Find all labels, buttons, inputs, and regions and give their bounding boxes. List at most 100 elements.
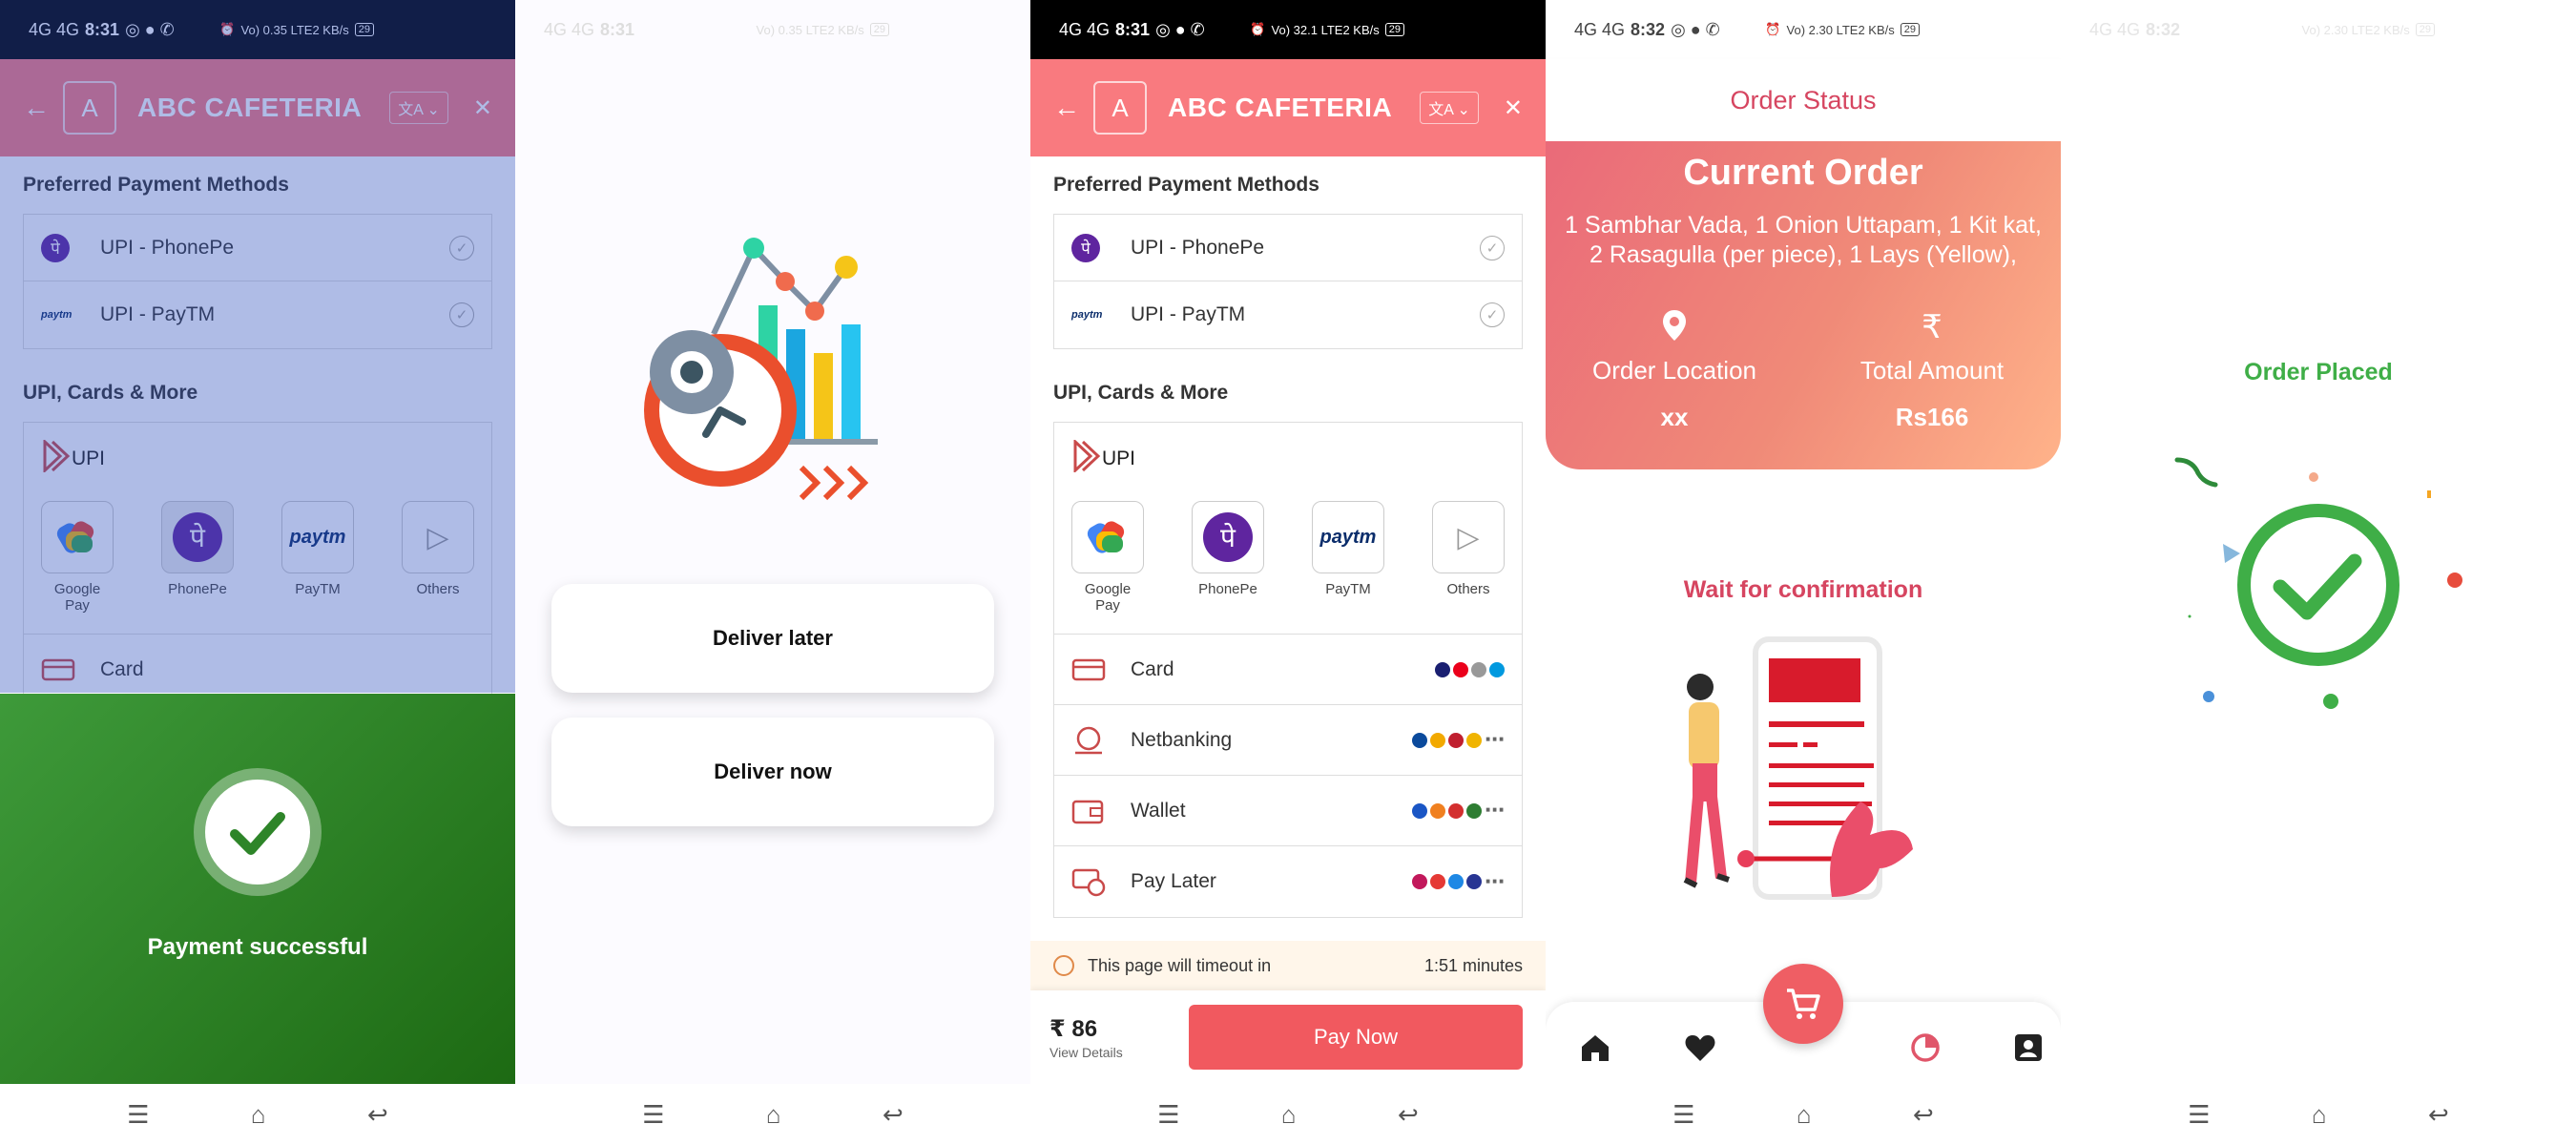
paytm-icon: paytm <box>1319 526 1377 548</box>
success-checkmark-illustration <box>2174 457 2462 709</box>
timeout-label: This page will timeout in <box>1088 955 1272 975</box>
analytics-illustration <box>644 238 878 501</box>
phonepe-icon: पे <box>1203 512 1253 562</box>
network-speed: Vo) 2.30 LTE2 KB/s <box>2301 22 2410 37</box>
current-order-card: Current Order 1 Sambhar Vada, 1 Onion Ut… <box>1546 141 2061 469</box>
rupee-icon: ₹ <box>1922 309 1942 345</box>
history-icon[interactable] <box>1906 1029 1944 1067</box>
language-icon[interactable]: 文A ⌄ <box>1420 92 1479 124</box>
menu-icon[interactable]: ☰ <box>127 1100 149 1130</box>
clock: 8:32 <box>1631 19 1666 39</box>
location-label: Order Location <box>1592 356 1756 385</box>
wallet-icon <box>1071 797 1110 825</box>
back-nav-icon[interactable]: ↩ <box>1913 1100 1934 1130</box>
heart-icon[interactable] <box>1681 1029 1719 1067</box>
menu-icon[interactable]: ☰ <box>1157 1100 1179 1130</box>
menu-icon[interactable]: ☰ <box>1672 1100 1694 1130</box>
deliver-now-button[interactable]: Deliver now <box>551 718 994 826</box>
success-text: Payment successful <box>147 934 368 960</box>
system-nav-bar: ☰ ⌂ ↩ <box>1030 1084 1546 1145</box>
more-list: UPI Google Pay पे PhonePe paytm PayTM ▷ Oth… <box>1053 422 1523 918</box>
battery-icon: 29 <box>1900 23 1920 36</box>
back-nav-icon[interactable]: ↩ <box>1398 1100 1419 1130</box>
method-label: Netbanking <box>1131 728 1233 751</box>
notification-icons: ◎ ● ✆ <box>1155 19 1205 39</box>
battery-icon: 29 <box>2415 23 2435 36</box>
bank-brand-icons: ⋯ <box>1412 728 1505 752</box>
home-nav-icon[interactable]: ⌂ <box>2312 1100 2327 1130</box>
total-value: Rs166 <box>1895 403 1969 431</box>
method-card[interactable]: Card <box>1054 635 1522 705</box>
profile-icon[interactable] <box>2009 1029 2047 1067</box>
app-phonepe[interactable]: पे PhonePe <box>1192 501 1264 614</box>
clock: 8:31 <box>1115 19 1151 39</box>
app-header: ← A ABC CAFETERIA 文A ⌄ ✕ <box>1030 59 1546 156</box>
app-others[interactable]: ▷ Others <box>1432 501 1505 614</box>
preferred-paytm[interactable]: paytm UPI - PayTM ✓ <box>1054 281 1522 348</box>
location-value: xx <box>1660 403 1689 431</box>
home-nav-icon[interactable]: ⌂ <box>1797 1100 1812 1130</box>
clock: 8:32 <box>2146 19 2181 39</box>
signal-text: 4G 4G <box>1059 19 1111 39</box>
method-label: Pay Later <box>1131 870 1216 892</box>
method-wallet[interactable]: Wallet ⋯ <box>1054 776 1522 846</box>
payment-methods: Preferred Payment Methods पे UPI - PhoneP… <box>1030 156 1546 918</box>
method-netbanking[interactable]: Netbanking ⋯ <box>1054 705 1522 776</box>
page-title: Order Status <box>1546 59 2061 141</box>
order-items-line: 2 Rasagulla (per piece), 1 Lays (Yellow)… <box>1589 241 2017 268</box>
home-icon[interactable] <box>1576 1029 1614 1067</box>
back-nav-icon[interactable]: ↩ <box>883 1100 904 1130</box>
deliver-later-button[interactable]: Deliver later <box>551 584 994 693</box>
current-order-title: Current Order <box>1683 153 1923 193</box>
order-placed-text: Order Placed <box>2244 359 2393 385</box>
merchant-logo: A <box>1093 81 1147 135</box>
system-nav-bar: ☰ ⌂ ↩ <box>515 1084 1030 1145</box>
cart-button[interactable] <box>1763 964 1843 1044</box>
checkmark-icon <box>230 812 285 855</box>
amount-value: ₹ 86 <box>1049 1015 1098 1042</box>
pay-now-button[interactable]: Pay Now <box>1189 1005 1523 1070</box>
clock: 8:31 <box>600 19 635 39</box>
view-details-link[interactable]: View Details <box>1049 1045 1189 1060</box>
back-arrow-icon[interactable]: ← <box>1053 93 1084 123</box>
screen-payment-methods: 4G 4G 8:31 ◎ ● ✆ ⏰ Vo) 32.1 LTE2 KB/s 29 ← A… <box>1030 0 1546 1145</box>
status-bar: 4G 4G 8:31 Vo) 0.35 LTE2 KB/s 29 <box>515 0 1030 59</box>
signal-text: 4G 4G <box>2089 19 2141 39</box>
screen-order-status: 4G 4G 8:32 ◎ ● ✆ ⏰ Vo) 2.30 LTE2 KB/s 29 Ord… <box>1546 0 2061 1145</box>
battery-icon: 29 <box>1384 23 1404 36</box>
wait-text: Wait for confirmation <box>1683 576 1923 603</box>
order-items-line: 1 Sambhar Vada, 1 Onion Uttapam, 1 Kit k… <box>1565 212 2042 239</box>
battery-icon: 29 <box>869 23 889 36</box>
notification-icons: ◎ ● ✆ <box>1671 19 1720 39</box>
confirmation-illustration <box>1683 636 1913 900</box>
upi-section: UPI Google Pay पे PhonePe paytm PayTM ▷ Oth… <box>1054 423 1522 635</box>
app-label: PayTM <box>1325 581 1371 597</box>
preferred-label: UPI - PayTM <box>1131 303 1246 325</box>
amount-block[interactable]: ₹ 86 View Details <box>1049 1015 1189 1060</box>
preferred-label: UPI - PhonePe <box>1131 236 1265 259</box>
upi-apps: Google Pay पे PhonePe paytm PayTM ▷ Others <box>1071 501 1505 614</box>
home-nav-icon[interactable]: ⌂ <box>251 1100 266 1130</box>
app-google-pay[interactable]: Google Pay <box>1071 501 1144 614</box>
back-nav-icon[interactable]: ↩ <box>367 1100 388 1130</box>
status-bar: 4G 4G 8:31 ◎ ● ✆ ⏰ Vo) 32.1 LTE2 KB/s 29 <box>1030 0 1546 59</box>
close-icon[interactable]: ✕ <box>1504 94 1523 122</box>
network-speed: Vo) 0.35 LTE2 KB/s <box>756 22 864 37</box>
menu-icon[interactable]: ☰ <box>2188 1100 2210 1130</box>
home-nav-icon[interactable]: ⌂ <box>1281 1100 1297 1130</box>
home-nav-icon[interactable]: ⌂ <box>766 1100 781 1130</box>
system-nav-bar: ☰ ⌂ ↩ <box>1546 1084 2061 1145</box>
preferred-phonepe[interactable]: पे UPI - PhonePe ✓ <box>1054 215 1522 281</box>
more-title: UPI, Cards & More <box>1053 382 1229 404</box>
menu-icon[interactable]: ☰ <box>642 1100 664 1130</box>
timeout-bar: This page will timeout in 1:51 minutes <box>1030 941 1546 990</box>
check-icon: ✓ <box>1480 302 1505 327</box>
status-bar: 4G 4G 8:32 Vo) 2.30 LTE2 KB/s 29 <box>2061 0 2576 59</box>
others-icon: ▷ <box>1457 521 1480 553</box>
timeout-value: 1:51 minutes <box>1423 955 1523 975</box>
method-pay-later[interactable]: Pay Later ⋯ <box>1054 846 1522 917</box>
screen-payment-success: 4G 4G 8:31 ◎ ● ✆ ⏰ Vo) 0.35 LTE2 KB/s 29 ← A… <box>0 0 515 1145</box>
paytm-icon: paytm <box>1071 309 1103 321</box>
back-nav-icon[interactable]: ↩ <box>2428 1100 2449 1130</box>
app-paytm[interactable]: paytm PayTM <box>1312 501 1384 614</box>
